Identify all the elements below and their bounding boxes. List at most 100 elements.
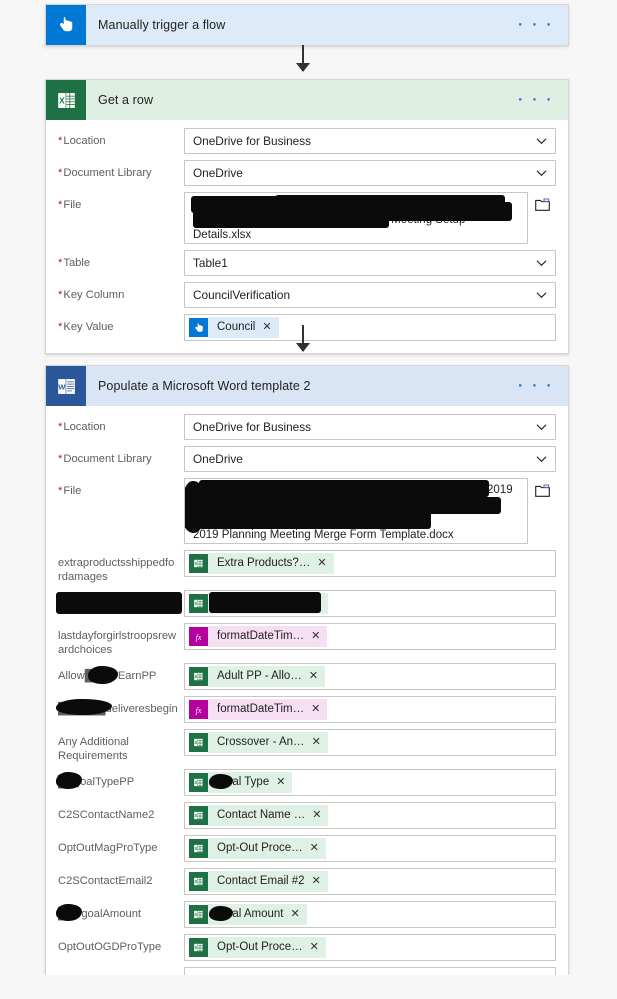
excel-icon: X: [189, 806, 208, 825]
file-path-input[interactable]: /Comp… Shares/Gi… …/Council Forms Setup/…: [184, 192, 528, 244]
word-document-library-dropdown[interactable]: OneDrive: [184, 446, 556, 472]
function-icon: fx: [189, 627, 208, 646]
token-remove-icon[interactable]: ✕: [311, 732, 328, 753]
c2s-contact-name2-input[interactable]: X Contact Name … ✕: [184, 802, 556, 829]
goal-type-pp-input[interactable]: X Goal Type ✕: [184, 769, 556, 796]
token-remove-icon[interactable]: ✕: [312, 805, 329, 826]
optout-mag-protype-input[interactable]: X Opt-Out Proce… ✕: [184, 835, 556, 862]
get-a-row-header[interactable]: X Get a row · · ·: [46, 80, 568, 120]
excel-icon: X: [189, 773, 208, 792]
flow-designer-canvas: Manually trigger a flow · · · X Get a ro…: [0, 0, 617, 999]
excel-icon: X: [189, 938, 208, 957]
token-chip-council[interactable]: Council ✕: [189, 317, 279, 338]
field-row-optout-ogd-protype: OptOutOGDProType X Opt-Out Proce… ✕: [58, 934, 556, 961]
populate-word-menu-button[interactable]: · · ·: [518, 379, 554, 394]
svg-text:X: X: [194, 674, 197, 679]
field-row-lastday: lastdayforgirlstroopsrewardchoices fx fo…: [58, 623, 556, 657]
key-column-dropdown[interactable]: CouncilVerification: [184, 282, 556, 308]
excel-icon: X: [189, 733, 208, 752]
token-remove-icon[interactable]: ✕: [311, 626, 328, 647]
token-remove-icon[interactable]: ✕: [309, 838, 326, 859]
token-chip-label: formatDateTim…: [208, 626, 312, 647]
token-chip-label: Contact Name …: [208, 805, 313, 826]
token-remove-icon[interactable]: ✕: [311, 871, 328, 892]
word-file-line-1: /Company Shares/Girl Scouts/Council Form…: [193, 484, 513, 496]
field-label-key-column: *Key Column: [58, 289, 125, 301]
chevron-down-icon[interactable]: [536, 136, 547, 147]
word-location-dropdown[interactable]: OneDrive for Business: [184, 414, 556, 440]
chevron-down-icon[interactable]: [536, 258, 547, 269]
token-remove-icon[interactable]: ✕: [276, 772, 293, 793]
svg-text:fx: fx: [196, 706, 202, 715]
deliveres-begin-input[interactable]: fx formatDateTim… ✕: [184, 696, 556, 723]
extraproducts-input[interactable]: X Extra Products?… ✕: [184, 550, 556, 577]
chevron-down-icon[interactable]: [536, 290, 547, 301]
token-chip-excel[interactable]: X Adult PP - Allo… ✕: [189, 666, 326, 687]
field-label-optout-mag-protype: OptOutMagProType: [58, 842, 158, 854]
pgoal-amount-input[interactable]: X Goal Amount ✕: [184, 901, 556, 928]
word-file-path-input[interactable]: /Company Shares/Girl Scouts/Council Form…: [184, 478, 528, 544]
trigger-card-header[interactable]: Manually trigger a flow · · ·: [46, 5, 568, 45]
token-chip-excel[interactable]: X Crossover - An… ✕: [189, 732, 328, 753]
field-row-key-column: *Key Column CouncilVerification: [58, 282, 556, 308]
token-chip-excel[interactable]: X Contact Name … ✕: [189, 805, 329, 826]
token-chip-excel[interactable]: X Goal Amount ✕: [189, 904, 307, 925]
populate-word-body: *Location OneDrive for Business *Documen…: [46, 406, 568, 984]
token-chip-excel[interactable]: X Contact Email #2 ✕: [189, 871, 328, 892]
get-a-row-menu-button[interactable]: · · ·: [518, 93, 554, 108]
token-remove-icon[interactable]: ✕: [262, 317, 279, 338]
token-chip-excel[interactable]: X Opt-Out Proce… ✕: [189, 838, 326, 859]
get-a-row-body: *Location OneDrive for Business *Documen…: [46, 120, 568, 353]
token-remove-icon[interactable]: ✕: [309, 937, 326, 958]
trigger-card[interactable]: Manually trigger a flow · · ·: [45, 4, 569, 46]
additional-requirements-input[interactable]: X Crossover - An… ✕: [184, 729, 556, 756]
chevron-down-icon[interactable]: [536, 422, 547, 433]
document-library-dropdown[interactable]: OneDrive: [184, 160, 556, 186]
token-remove-icon[interactable]: ✕: [311, 699, 328, 720]
boothing-input[interactable]: X Boothing or Cu… ✕: [184, 590, 556, 617]
manual-trigger-icon: [46, 5, 86, 45]
excel-icon: X: [189, 554, 208, 573]
svg-text:X: X: [194, 945, 197, 950]
excel-icon: X: [189, 839, 208, 858]
token-chip-excel[interactable]: X Opt-Out Proce… ✕: [189, 937, 326, 958]
chevron-down-icon[interactable]: [536, 168, 547, 179]
populate-word-template-card[interactable]: W Populate a Microsoft Word template 2 ·…: [45, 365, 569, 985]
table-value: Table1: [193, 256, 228, 270]
key-value-input[interactable]: Council ✕: [184, 314, 556, 341]
token-chip-label: Extra Products?…: [208, 553, 318, 574]
populate-word-header[interactable]: W Populate a Microsoft Word template 2 ·…: [46, 366, 568, 406]
token-chip-expression[interactable]: fx formatDateTim… ✕: [189, 699, 328, 720]
token-remove-icon[interactable]: ✕: [308, 666, 326, 687]
chevron-down-icon[interactable]: [536, 454, 547, 465]
file-picker-button[interactable]: [528, 192, 556, 211]
token-remove-icon[interactable]: ✕: [312, 593, 329, 614]
svg-text:X: X: [194, 912, 197, 917]
word-file-picker-button[interactable]: [528, 478, 556, 497]
excel-icon: X: [46, 80, 86, 120]
field-label-c2s-contact-name2: C2SContactName2: [58, 809, 155, 821]
trigger-menu-button[interactable]: · · ·: [518, 18, 554, 33]
location-dropdown[interactable]: OneDrive for Business: [184, 128, 556, 154]
allow-earn-pp-input[interactable]: X Adult PP - Allo… ✕: [184, 663, 556, 690]
token-chip-expression[interactable]: fx formatDateTim… ✕: [189, 626, 328, 647]
optout-ogd-protype-input[interactable]: X Opt-Out Proce… ✕: [184, 934, 556, 961]
lastday-input[interactable]: fx formatDateTim… ✕: [184, 623, 556, 650]
table-dropdown[interactable]: Table1: [184, 250, 556, 276]
svg-text:X: X: [194, 740, 197, 745]
field-label-word-location: *Location: [58, 421, 106, 433]
excel-icon: X: [189, 594, 208, 613]
token-chip-excel[interactable]: X Boothing or Cu… ✕: [189, 593, 329, 614]
token-chip-label: Goal Type: [208, 772, 277, 793]
field-label-additional-requirements: Any Additional Requirements: [58, 736, 129, 762]
excel-icon: X: [189, 905, 208, 924]
get-a-row-title: Get a row: [98, 93, 154, 107]
token-chip-excel[interactable]: X Extra Products?… ✕: [189, 553, 334, 574]
c2s-contact-email2-input[interactable]: X Contact Email #2 ✕: [184, 868, 556, 895]
field-row-location: *Location OneDrive for Business: [58, 128, 556, 154]
field-label-file: *File: [58, 199, 82, 211]
token-remove-icon[interactable]: ✕: [290, 904, 307, 925]
token-remove-icon[interactable]: ✕: [317, 553, 334, 574]
get-a-row-card[interactable]: X Get a row · · · *Location OneDrive for…: [45, 79, 569, 354]
token-chip-excel[interactable]: X Goal Type ✕: [189, 772, 293, 793]
